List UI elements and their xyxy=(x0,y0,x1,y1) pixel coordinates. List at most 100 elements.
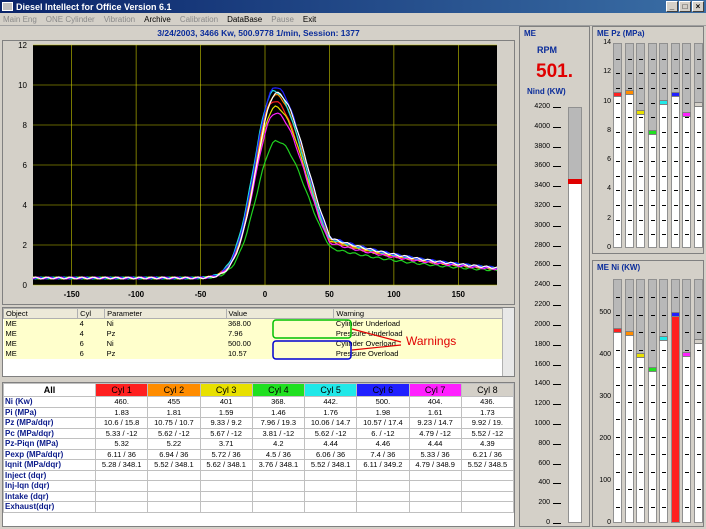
gauge-dash xyxy=(616,489,620,491)
warnings-scrollbar[interactable] xyxy=(502,308,514,376)
gauge-dash xyxy=(627,489,632,491)
window-title: Diesel Intellect for Office Version 6.1 xyxy=(16,1,172,12)
table-cell: 1.59 xyxy=(199,406,253,418)
menu-item-main-eng[interactable]: Main Eng xyxy=(3,15,37,24)
table-cell xyxy=(303,501,358,513)
warn-cell: 6 xyxy=(77,338,105,349)
gauge-dash xyxy=(696,402,701,403)
menu-item-database[interactable]: DataBase xyxy=(227,15,262,24)
gauge-dash xyxy=(650,87,655,89)
table-cell: 436. xyxy=(460,396,515,408)
gauge-dash xyxy=(639,297,643,299)
gauge-marker xyxy=(682,111,691,117)
gauge-dash xyxy=(673,190,678,192)
maximize-button[interactable]: □ xyxy=(679,1,691,12)
table-cell xyxy=(356,469,410,481)
row-label: Pi (MPa) xyxy=(3,406,96,418)
gauge-dash xyxy=(662,349,666,351)
cyl-gauge-6 xyxy=(670,43,680,248)
gauge-dash xyxy=(685,332,689,334)
cyl-header-3[interactable]: Cyl 3 xyxy=(199,383,253,397)
gauge-dash xyxy=(685,402,689,403)
cyl-header-2[interactable]: Cyl 2 xyxy=(147,383,201,397)
table-cell xyxy=(408,480,462,492)
gauge-dash xyxy=(650,102,655,104)
menu-item-exit[interactable]: Exit xyxy=(303,15,316,24)
table-cell: 10.06 / 14.7 xyxy=(303,417,358,429)
warn-row[interactable]: ME 6 Pz 10.57 Pressure Overload xyxy=(3,348,503,359)
gauge-dash xyxy=(685,73,689,75)
gauge-marker xyxy=(647,367,657,373)
close-button[interactable]: × xyxy=(692,1,704,12)
cyl-gauge-4 xyxy=(647,43,657,248)
cyl-header-5[interactable]: Cyl 5 xyxy=(303,383,358,397)
menu-item-calibration[interactable]: Calibration xyxy=(180,15,218,24)
nind-scale-tick xyxy=(553,166,561,168)
gauge-dash xyxy=(685,87,689,89)
minimize-button[interactable]: _ xyxy=(666,1,678,12)
gauge-dash xyxy=(662,146,666,148)
table-cell: 404. xyxy=(408,396,462,408)
gauge-dash xyxy=(639,131,643,133)
gauge-dash xyxy=(616,175,620,177)
table-cell xyxy=(303,469,358,481)
warn-col-header: Warning xyxy=(333,308,503,319)
gauge-dash xyxy=(627,146,632,148)
gauge-dash xyxy=(696,489,701,491)
table-cell xyxy=(460,469,515,481)
cyl-gauge-8 xyxy=(693,279,703,523)
gauge-dash xyxy=(616,471,620,473)
cyl-gauge-4 xyxy=(647,279,657,523)
menu-item-vibration[interactable]: Vibration xyxy=(104,15,135,24)
gauge-marker xyxy=(624,330,634,336)
table-cell xyxy=(460,480,515,492)
table-cell: 4.5 / 36 xyxy=(251,448,306,460)
warn-row[interactable]: ME 4 Ni 368.00 Cylinder Underload xyxy=(3,318,503,329)
app-icon xyxy=(2,2,13,11)
gauge-dash xyxy=(696,190,701,192)
menu-item-archive[interactable]: Archive xyxy=(144,15,171,24)
cyl-header-4[interactable]: Cyl 4 xyxy=(251,383,306,397)
gauge-dash xyxy=(662,117,666,119)
menu-item-one-cylinder[interactable]: ONE Cylinder xyxy=(46,15,95,24)
gauge-dash xyxy=(662,175,666,177)
gauge-dash xyxy=(639,175,643,177)
gauge-marker xyxy=(647,130,657,136)
gauge-dash xyxy=(627,219,632,221)
nind-scale-tick xyxy=(553,186,561,188)
table-cell: 9.92 / 19. xyxy=(460,417,515,429)
menu-item-pause[interactable]: Pause xyxy=(271,15,294,24)
nind-scale-label: 0 xyxy=(546,519,550,526)
cyl-header-8[interactable]: Cyl 8 xyxy=(460,383,515,397)
gauge-dash xyxy=(685,349,689,351)
gauge-dash xyxy=(685,190,689,192)
table-cell: 1.73 xyxy=(460,406,515,418)
gauge-dash xyxy=(696,297,701,299)
gauge-marker xyxy=(693,338,703,344)
row-label: Intake (dqr) xyxy=(3,490,96,502)
table-cell xyxy=(199,480,253,492)
gauge-dash xyxy=(696,161,701,163)
table-cell: 5.72 / 36 xyxy=(199,448,253,460)
scale-label: 500 xyxy=(599,308,611,316)
cyl-header-1[interactable]: Cyl 1 xyxy=(94,383,149,397)
cyl-header-6[interactable]: Cyl 6 xyxy=(356,383,410,397)
gauge-dash xyxy=(685,436,689,438)
gauge-dash xyxy=(627,117,632,119)
table-cell: 6.11 / 36 xyxy=(94,448,149,460)
scale-label: 6 xyxy=(607,156,611,164)
gauge-dash xyxy=(616,367,620,369)
ni-panel: ME Ni (KW) 500 400 300 200 100 0 xyxy=(592,260,704,527)
nind-scale-label: 2000 xyxy=(534,320,550,328)
x-tick-label: -100 xyxy=(128,290,145,299)
gauge-dash xyxy=(639,402,643,403)
x-tick-label: 50 xyxy=(325,290,334,299)
x-tick-label: -150 xyxy=(64,290,81,299)
cyl-header-7[interactable]: Cyl 7 xyxy=(408,383,462,397)
cyl-gauge-2 xyxy=(624,43,634,248)
gauge-dash xyxy=(616,102,620,104)
menu-bar: Main Eng ONE Cylinder Vibration Archive Cali… xyxy=(0,13,706,26)
table-cell xyxy=(356,490,410,502)
gauge-dash xyxy=(662,297,666,299)
gauge-dash xyxy=(696,58,701,60)
